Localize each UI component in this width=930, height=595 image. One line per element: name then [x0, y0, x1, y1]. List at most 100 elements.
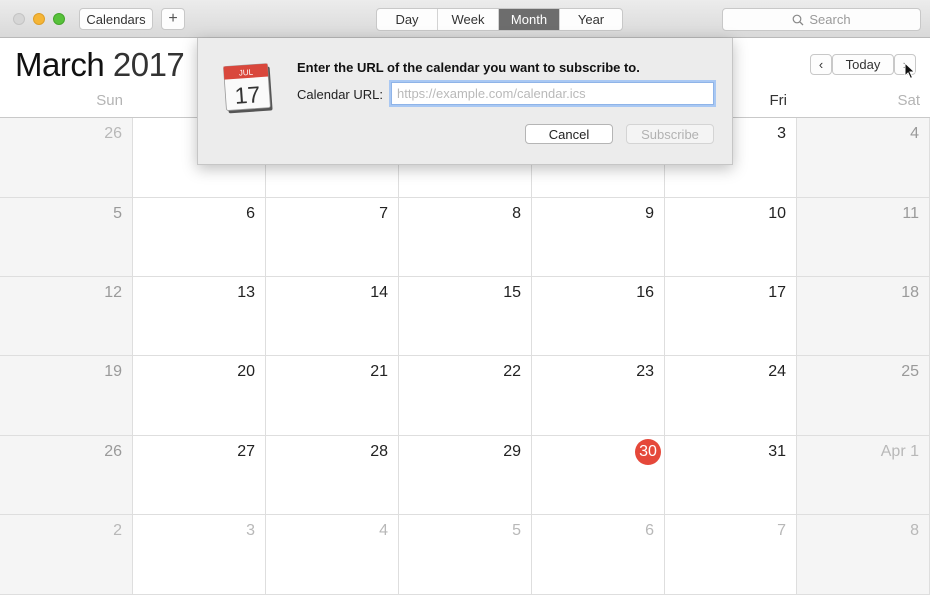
day-cell[interactable]: 19 [0, 356, 133, 436]
search-icon [792, 14, 804, 25]
day-cell[interactable]: 11 [797, 198, 930, 277]
day-number: 2 [113, 522, 122, 539]
day-number: 5 [113, 205, 122, 222]
day-cell[interactable]: 8 [797, 515, 930, 595]
day-number: Apr 1 [880, 443, 919, 460]
day-number: 3 [777, 125, 786, 142]
search-placeholder: Search [809, 12, 851, 27]
day-number: 7 [777, 522, 786, 539]
day-cell[interactable]: 3 [133, 515, 266, 595]
tab-month[interactable]: Month [499, 9, 560, 30]
day-number: 23 [636, 363, 654, 380]
tab-week[interactable]: Week [438, 9, 499, 30]
day-number: 17 [768, 284, 786, 301]
day-number: 13 [237, 284, 255, 301]
search-field[interactable]: Search [722, 8, 921, 31]
day-cell[interactable]: 28 [266, 436, 399, 515]
day-cell[interactable]: 15 [399, 277, 532, 356]
cancel-button[interactable]: Cancel [525, 124, 613, 144]
previous-month-button[interactable]: ‹ [810, 54, 832, 75]
day-number: 27 [237, 443, 255, 460]
month-name: March [15, 46, 105, 83]
day-cell[interactable]: 13 [133, 277, 266, 356]
year-label: 2017 [112, 46, 185, 83]
day-number: 4 [379, 522, 388, 539]
day-cell[interactable]: 5 [399, 515, 532, 595]
day-cell[interactable]: 10 [665, 198, 797, 277]
add-event-button[interactable]: + [161, 8, 185, 30]
day-number: 15 [503, 284, 521, 301]
day-cell[interactable]: 9 [532, 198, 665, 277]
day-cell[interactable]: 22 [399, 356, 532, 436]
app-icon-month: JUL [239, 68, 254, 78]
close-window-button[interactable] [13, 13, 25, 25]
day-cell[interactable]: 30 [532, 436, 665, 515]
day-cell[interactable]: 26 [0, 118, 133, 198]
day-cell[interactable]: 27 [133, 436, 266, 515]
day-number: 19 [104, 363, 122, 380]
calendar-window: Calendars + Day Week Month Year Search M… [0, 0, 930, 595]
day-number: 21 [370, 363, 388, 380]
day-number: 20 [237, 363, 255, 380]
day-cell[interactable]: 6 [532, 515, 665, 595]
day-cell[interactable]: 29 [399, 436, 532, 515]
day-number: 7 [379, 205, 388, 222]
day-cell[interactable]: 2 [0, 515, 133, 595]
day-cell[interactable]: 17 [665, 277, 797, 356]
day-cell[interactable]: 18 [797, 277, 930, 356]
day-cell[interactable]: 20 [133, 356, 266, 436]
tab-year[interactable]: Year [560, 9, 622, 30]
day-cell[interactable]: 26 [0, 436, 133, 515]
day-cell[interactable]: 25 [797, 356, 930, 436]
day-cell[interactable]: 21 [266, 356, 399, 436]
day-number: 28 [370, 443, 388, 460]
day-cell[interactable]: 23 [532, 356, 665, 436]
today-button[interactable]: Today [832, 54, 894, 75]
day-cell[interactable]: Apr 1 [797, 436, 930, 515]
month-grid: 2627281234567891011121314151617181920212… [0, 118, 930, 595]
day-cell[interactable]: 7 [266, 198, 399, 277]
day-cell[interactable]: 6 [133, 198, 266, 277]
day-number: 31 [768, 443, 786, 460]
day-cell[interactable]: 4 [266, 515, 399, 595]
day-number: 24 [768, 363, 786, 380]
day-cell[interactable]: 16 [532, 277, 665, 356]
day-number: 26 [104, 443, 122, 460]
calendar-app-icon: JUL 17 [223, 63, 273, 114]
day-number: 25 [901, 363, 919, 380]
day-cell[interactable]: 24 [665, 356, 797, 436]
day-number: 9 [645, 205, 654, 222]
day-cell[interactable]: 8 [399, 198, 532, 277]
today-date-badge: 30 [635, 439, 661, 465]
day-cell[interactable]: 7 [665, 515, 797, 595]
day-cell[interactable]: 14 [266, 277, 399, 356]
toolbar: Calendars + Day Week Month Year Search [0, 0, 930, 38]
day-cell[interactable]: 31 [665, 436, 797, 515]
calendar-url-input[interactable] [391, 82, 714, 105]
month-title: March 2017 [15, 46, 185, 84]
day-number: 4 [910, 125, 919, 142]
dialog-prompt: Enter the URL of the calendar you want t… [297, 60, 640, 75]
weekday-label-sun: Sun [96, 92, 123, 109]
day-number: 22 [503, 363, 521, 380]
day-cell[interactable]: 4 [797, 118, 930, 198]
tab-day[interactable]: Day [377, 9, 438, 30]
day-cell[interactable]: 12 [0, 277, 133, 356]
day-number: 12 [104, 284, 122, 301]
view-switcher: Day Week Month Year [376, 8, 623, 31]
day-number: 3 [246, 522, 255, 539]
day-number: 6 [246, 205, 255, 222]
day-number: 11 [902, 205, 919, 222]
calendar-url-label: Calendar URL: [297, 87, 383, 102]
day-cell[interactable]: 5 [0, 198, 133, 277]
day-number: 6 [645, 522, 654, 539]
zoom-window-button[interactable] [53, 13, 65, 25]
weekday-label-sat: Sat [897, 92, 920, 109]
day-number: 10 [768, 205, 786, 222]
subscribe-button[interactable]: Subscribe [626, 124, 714, 144]
day-number: 8 [910, 522, 919, 539]
day-number: 8 [512, 205, 521, 222]
calendars-button[interactable]: Calendars [79, 8, 153, 30]
minimize-window-button[interactable] [33, 13, 45, 25]
day-number: 14 [370, 284, 388, 301]
